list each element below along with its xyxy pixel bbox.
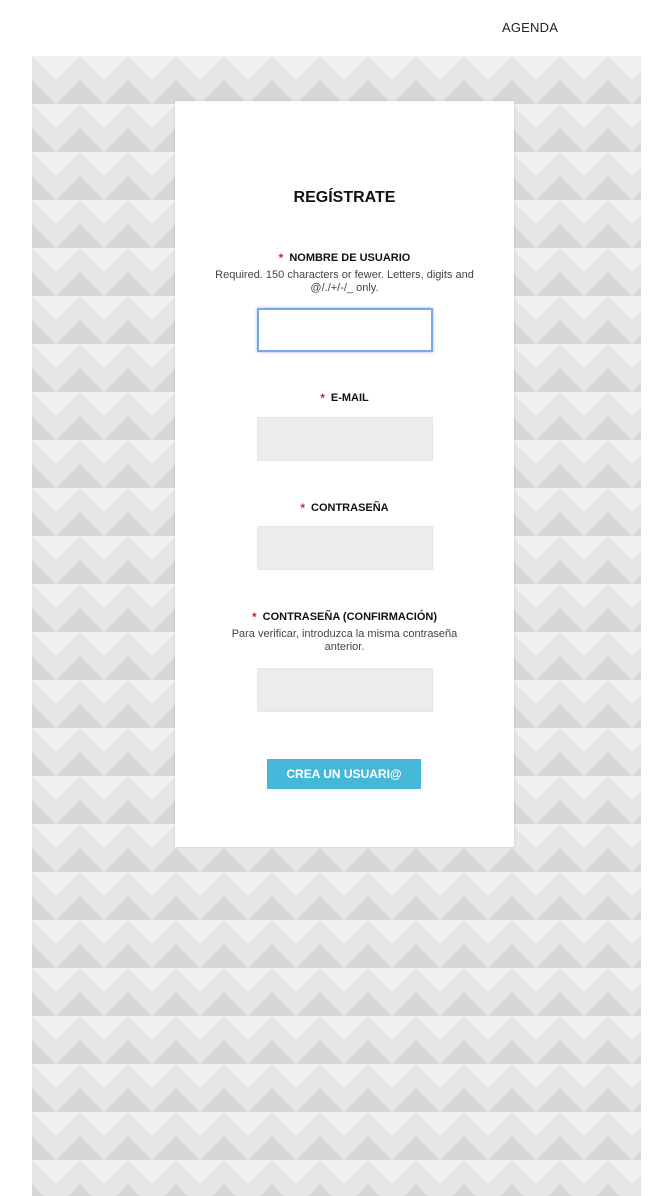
email-input-wrap xyxy=(175,417,514,461)
username-input-wrap xyxy=(175,308,514,352)
password-confirm-field-group: * CONTRASEÑA (CONFIRMACIÓN) Para verific… xyxy=(175,608,514,654)
required-icon: * xyxy=(278,251,284,265)
password-input[interactable] xyxy=(256,526,433,570)
password-confirm-input[interactable] xyxy=(256,668,433,712)
create-user-button[interactable]: CREA UN USUARI@ xyxy=(267,759,421,789)
username-input[interactable] xyxy=(256,308,433,352)
email-label-text: E-MAIL xyxy=(330,392,369,404)
username-label: * NOMBRE DE USUARIO xyxy=(279,251,411,265)
password-input-wrap xyxy=(175,526,514,570)
password-confirm-input-wrap xyxy=(175,668,514,712)
required-icon: * xyxy=(320,391,325,405)
password-label: * CONTRASEÑA xyxy=(300,501,388,515)
required-icon: * xyxy=(300,501,306,515)
email-field-group: * E-MAIL xyxy=(175,389,514,407)
signup-card: REGÍSTRATE * NOMBRE DE USUARIO Required.… xyxy=(175,101,514,847)
username-help-line-2: @/./+/-/_ only. xyxy=(310,282,379,294)
username-label-text: NOMBRE DE USUARIO xyxy=(289,252,411,264)
password-confirm-help-line-2: anterior. xyxy=(324,641,365,653)
username-help-text: Required. 150 characters or fewer. Lette… xyxy=(195,269,495,295)
email-label: * E-MAIL xyxy=(320,391,369,405)
nav-agenda-link[interactable]: AGENDA xyxy=(502,20,558,35)
page-title: REGÍSTRATE xyxy=(293,189,396,206)
required-icon: * xyxy=(251,610,257,624)
password-confirm-label-text: CONTRASEÑA (CONFIRMACIÓN) xyxy=(262,611,438,623)
password-confirm-label: * CONTRASEÑA (CONFIRMACIÓN) xyxy=(252,610,437,624)
top-bar: AGENDA xyxy=(0,0,654,56)
email-input[interactable] xyxy=(256,417,433,461)
password-label-text: CONTRASEÑA xyxy=(311,502,389,514)
username-help-line-1: Required. 150 characters or fewer. Lette… xyxy=(215,269,474,281)
password-field-group: * CONTRASEÑA xyxy=(175,499,514,517)
password-confirm-help-text: Para verificar, introduzca la misma cont… xyxy=(195,628,495,654)
password-confirm-help-line-1: Para verificar, introduzca la misma cont… xyxy=(231,628,458,640)
username-field-group: * NOMBRE DE USUARIO Required. 150 charac… xyxy=(175,249,514,295)
